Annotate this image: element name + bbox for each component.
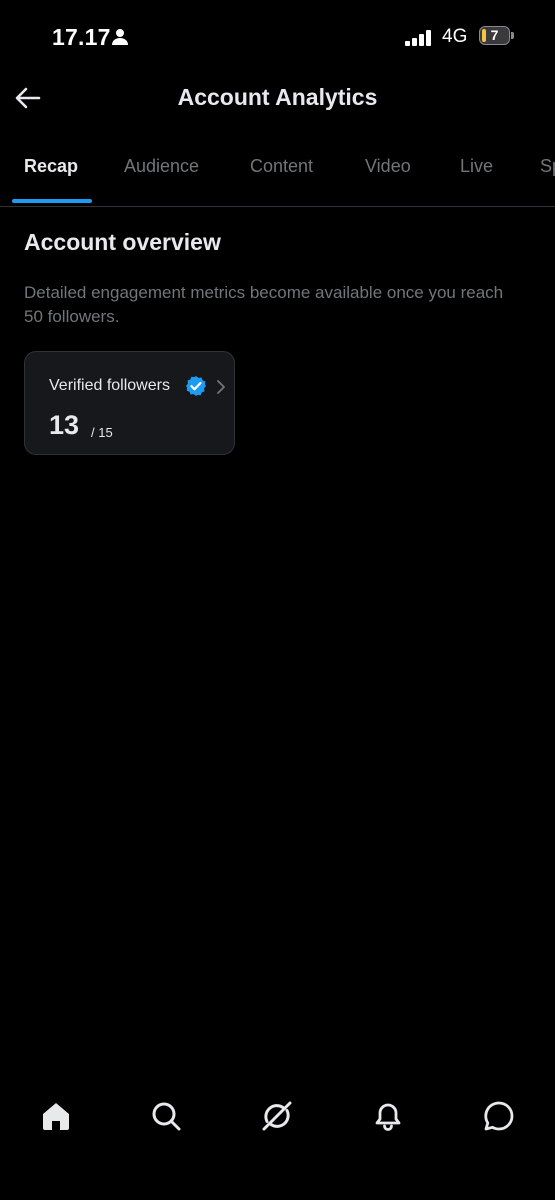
tab-video[interactable]: Video xyxy=(365,156,411,177)
grok-icon xyxy=(262,1101,292,1131)
nav-messages[interactable] xyxy=(479,1096,519,1136)
tab-content[interactable]: Content xyxy=(250,156,313,177)
network-type: 4G xyxy=(442,26,468,47)
tab-recap[interactable]: Recap xyxy=(24,156,78,177)
metric-total: / 15 xyxy=(91,425,113,440)
notifications-icon xyxy=(375,1103,401,1131)
chevron-right-icon xyxy=(217,380,225,394)
cellular-signal-icon xyxy=(405,30,431,46)
tab-audience[interactable]: Audience xyxy=(124,156,199,177)
analytics-tabs: Recap Audience Content Video Live Sp xyxy=(0,140,555,207)
verified-followers-card[interactable]: Verified followers 13 / 15 xyxy=(24,351,235,455)
verified-badge-icon xyxy=(186,376,206,396)
status-time: 17.17 xyxy=(52,24,111,50)
search-icon xyxy=(152,1102,181,1131)
tab-sp[interactable]: Sp xyxy=(540,156,555,177)
status-bar: 17.17 4G 7 xyxy=(0,0,555,74)
bottom-navigation xyxy=(0,1080,555,1152)
nav-grok[interactable] xyxy=(257,1096,297,1136)
active-tab-indicator xyxy=(12,199,92,203)
tab-live[interactable]: Live xyxy=(460,156,493,177)
nav-home[interactable] xyxy=(36,1096,76,1136)
metric-label: Verified followers xyxy=(49,377,170,394)
page-title: Account Analytics xyxy=(177,84,378,110)
nav-search[interactable] xyxy=(146,1096,186,1136)
nav-notifications[interactable] xyxy=(368,1096,408,1136)
section-title: Account overview xyxy=(24,229,221,255)
battery-icon: 7 xyxy=(479,26,515,47)
battery-level: 7 xyxy=(490,27,499,43)
section-description: Detailed engagement metrics become avail… xyxy=(24,283,504,326)
messages-icon xyxy=(484,1101,514,1131)
person-icon xyxy=(112,29,128,45)
app-header: Account Analytics xyxy=(0,74,555,124)
metric-value: 13 xyxy=(49,410,80,440)
home-icon xyxy=(43,1103,69,1130)
